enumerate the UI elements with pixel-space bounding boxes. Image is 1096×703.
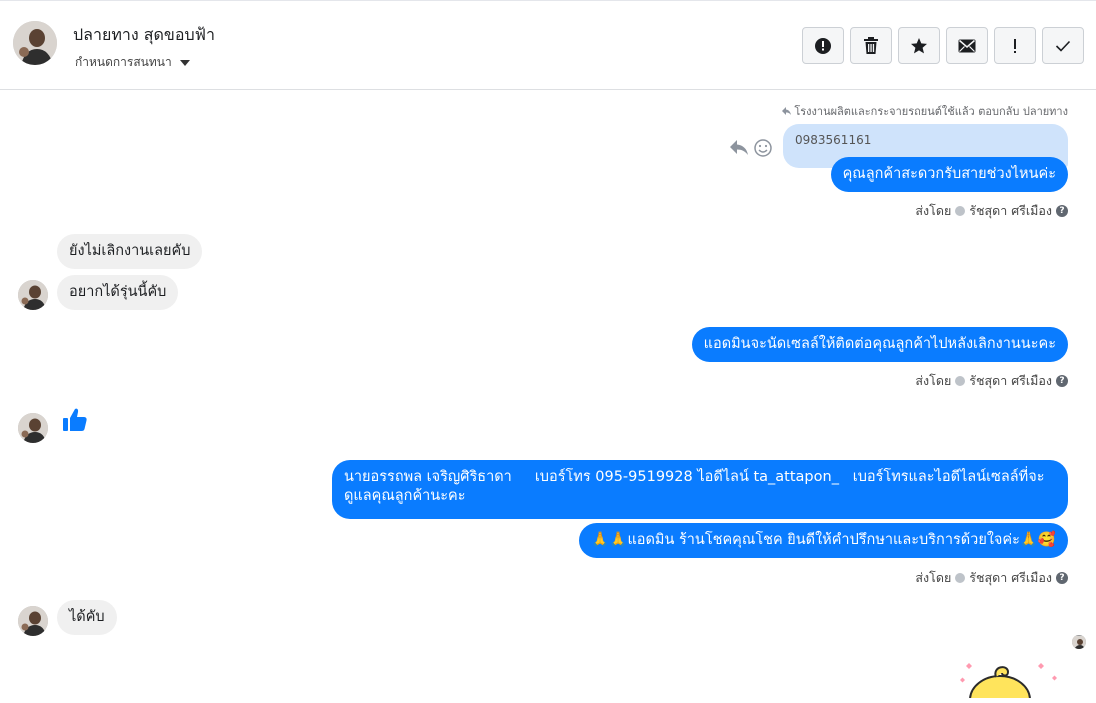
contact-name: ปลายทาง สุดขอบฟ้า [73, 25, 215, 44]
verified-icon [955, 573, 966, 583]
reply-arrow-icon [781, 107, 791, 115]
outgoing-message[interactable]: แอดมินจะนัดเซลล์ให้ติดต่อคุณลูกค้าไปหลัง… [691, 327, 1068, 362]
sent-by-label: ส่งโดย [915, 570, 952, 585]
person-photo-icon [1072, 636, 1086, 649]
help-icon[interactable]: ? [1056, 572, 1068, 584]
trash-icon [864, 36, 878, 54]
seen-avatar [1072, 635, 1086, 649]
conversation-menu-label: กำหนดการสนทนา [75, 55, 172, 69]
quoted-message-text: 0983561161 [795, 133, 872, 147]
message-actions [729, 138, 773, 158]
delete-button[interactable] [850, 27, 892, 64]
message-thread: โรงงานผลิตและกระจายรถยนต์ใช้แล้ว ตอบกลับ… [0, 91, 1096, 703]
person-photo-icon [18, 413, 48, 443]
agent-name: รัชสุดา ศรีเมือง [969, 373, 1052, 388]
envelope-icon [958, 39, 976, 52]
exclamation-icon [1014, 38, 1016, 53]
star-icon [911, 37, 927, 53]
help-icon[interactable]: ? [1056, 205, 1068, 217]
check-icon [1055, 40, 1071, 52]
message-line: ดูแลคุณลูกค้านะคะ [344, 488, 466, 504]
mark-done-button[interactable] [1042, 27, 1084, 64]
sent-by-meta: ส่งโดย รัชสุดา ศรีเมือง ? [915, 568, 1068, 588]
mark-spam-button[interactable] [802, 27, 844, 64]
sent-by-label: ส่งโดย [915, 203, 952, 218]
sent-by-label: ส่งโดย [915, 373, 952, 388]
contact-avatar[interactable] [13, 21, 57, 65]
help-icon[interactable]: ? [1056, 375, 1068, 387]
incoming-message[interactable]: อยากได้รุ่นนี้คับ [57, 275, 179, 310]
message-line: นายอรรถพล เจริญศิริธาดา เบอร์โทร 095-951… [344, 469, 1045, 485]
outgoing-message[interactable]: 🙏🙏แอดมิน ร้านโชคคุณโชค ยินดีให้คำปรึกษาแ… [579, 523, 1068, 558]
reply-note: โรงงานผลิตและกระจายรถยนต์ใช้แล้ว ตอบกลับ… [781, 102, 1068, 120]
conversation-menu-dropdown[interactable]: กำหนดการสนทนา [75, 53, 190, 72]
incoming-message[interactable]: ยังไม่เลิกงานเลยคับ [57, 234, 203, 269]
reply-icon[interactable] [729, 139, 749, 157]
verified-icon [955, 206, 966, 216]
person-photo-icon [18, 280, 48, 310]
sent-by-meta: ส่งโดย รัชสุดา ศรีเมือง ? [915, 201, 1068, 221]
outgoing-message[interactable]: คุณลูกค้าสะดวกรับสายช่วงไหนค่ะ [830, 157, 1068, 192]
incoming-message[interactable]: ได้คับ [57, 600, 117, 635]
contact-avatar-small[interactable] [18, 280, 48, 310]
reply-note-text: โรงงานผลิตและกระจายรถยนต์ใช้แล้ว ตอบกลับ… [794, 105, 1068, 118]
conversation-header: ปลายทาง สุดขอบฟ้า กำหนดการสนทนา [0, 0, 1096, 90]
follow-up-button[interactable] [994, 27, 1036, 64]
agent-name: รัชสุดา ศรีเมือง [969, 203, 1052, 218]
star-button[interactable] [898, 27, 940, 64]
conversation-toolbar [802, 27, 1084, 64]
cute-chick-sticker[interactable] [952, 658, 1064, 698]
thumbs-up-icon [63, 408, 87, 431]
caret-down-icon [179, 59, 190, 66]
mark-unread-button[interactable] [946, 27, 988, 64]
person-photo-icon [18, 606, 48, 636]
contact-avatar-small[interactable] [18, 606, 48, 636]
person-photo-icon [13, 21, 57, 65]
alert-circle-icon [815, 37, 831, 54]
verified-icon [955, 376, 966, 386]
outgoing-message-multiline[interactable]: นายอรรถพล เจริญศิริธาดา เบอร์โทร 095-951… [332, 460, 1068, 519]
agent-name: รัชสุดา ศรีเมือง [969, 570, 1052, 585]
contact-avatar-small[interactable] [18, 413, 48, 443]
like-sticker[interactable] [62, 407, 88, 437]
emoji-reaction-icon[interactable] [753, 138, 773, 158]
chick-sticker-icon [960, 663, 1057, 698]
sent-by-meta: ส่งโดย รัชสุดา ศรีเมือง ? [915, 371, 1068, 391]
